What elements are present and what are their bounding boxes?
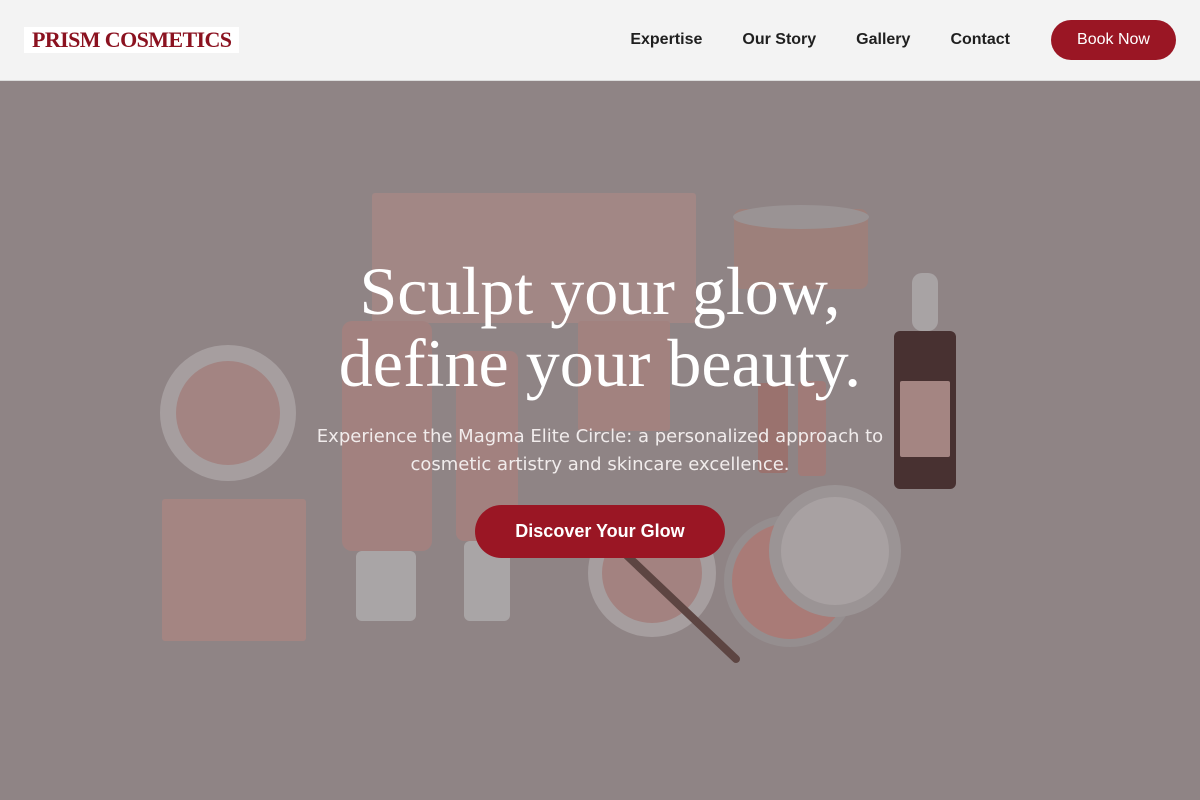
hero-subtext: Experience the Magma Elite Circle: a per… xyxy=(316,426,884,475)
nav-link-contact[interactable]: Contact xyxy=(950,31,1010,49)
nav-link-our-story[interactable]: Our Story xyxy=(742,31,816,49)
book-now-button[interactable]: Book Now xyxy=(1051,20,1176,60)
site-header: PRISM COSMETICS Expertise Our Story Gall… xyxy=(0,0,1200,81)
hero-section: Sculpt your glow, define your beauty. Ex… xyxy=(0,81,1200,800)
hero-headline-line-1: Sculpt your glow, xyxy=(359,253,841,329)
discover-your-glow-button[interactable]: Discover Your Glow xyxy=(475,505,725,558)
hero-headline-line-2: define your beauty. xyxy=(338,325,862,401)
main-nav: Expertise Our Story Gallery Contact xyxy=(630,0,1010,80)
brand-logo[interactable]: PRISM COSMETICS xyxy=(24,27,240,53)
nav-link-gallery[interactable]: Gallery xyxy=(856,31,910,49)
hero-headline: Sculpt your glow, define your beauty. xyxy=(200,255,1000,399)
hero-content: Sculpt your glow, define your beauty. Ex… xyxy=(0,81,1200,800)
nav-link-expertise[interactable]: Expertise xyxy=(630,31,702,49)
